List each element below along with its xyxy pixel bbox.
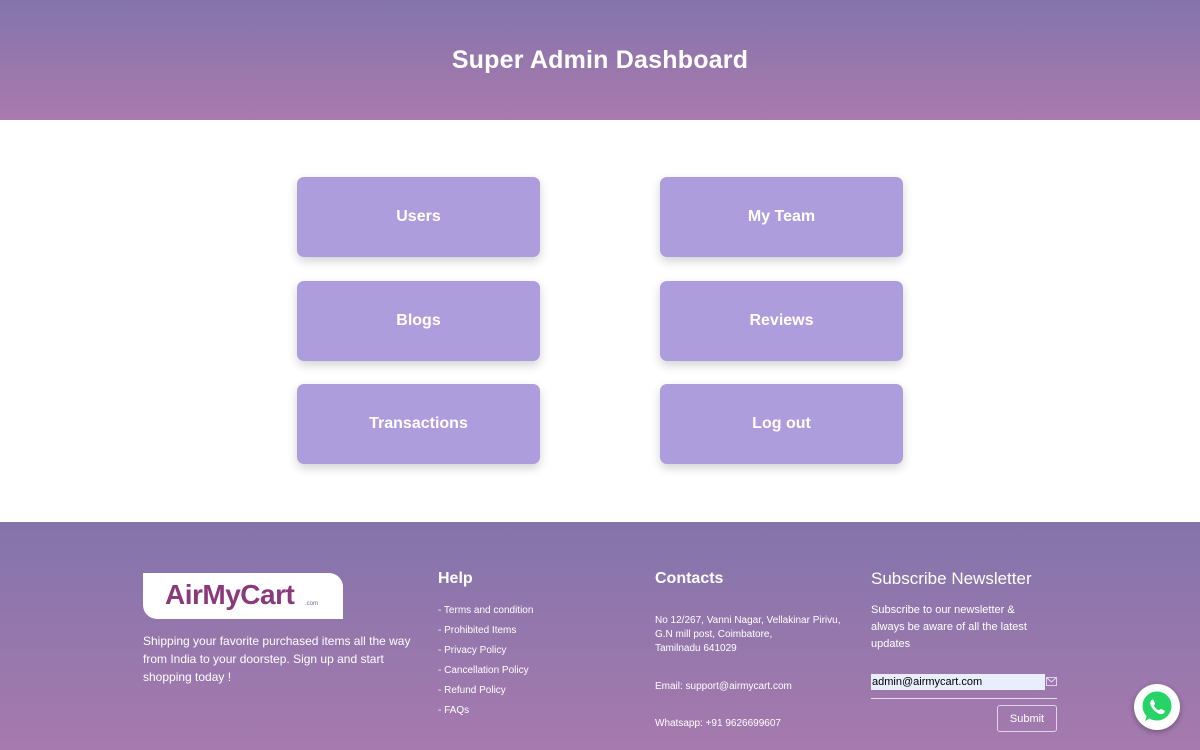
address-line: No 12/267, Vanni Nagar, Vellakinar Piriv… bbox=[655, 615, 841, 626]
help-link-item[interactable]: - FAQs bbox=[438, 704, 533, 724]
dashboard-grid: Users My Team Blogs Reviews Transactions… bbox=[0, 120, 1200, 522]
refund-policy-link[interactable]: - Refund Policy bbox=[438, 685, 506, 696]
address-line: G.N mill post, Coimbatore, bbox=[655, 629, 773, 640]
submit-button[interactable]: Submit bbox=[997, 705, 1057, 732]
page-header: Super Admin Dashboard bbox=[0, 0, 1200, 120]
contacts-heading: Contacts bbox=[655, 570, 724, 587]
page-title: Super Admin Dashboard bbox=[451, 45, 749, 74]
help-link-item[interactable]: - Terms and condition bbox=[438, 604, 533, 624]
prohibited-items-link[interactable]: - Prohibited Items bbox=[438, 625, 516, 636]
site-footer: AirMyCart .com Shipping your favorite pu… bbox=[0, 522, 1200, 750]
help-link-item[interactable]: - Privacy Policy bbox=[438, 644, 533, 664]
help-heading: Help bbox=[438, 570, 473, 587]
privacy-policy-link[interactable]: - Privacy Policy bbox=[438, 645, 506, 656]
users-button[interactable]: Users bbox=[297, 177, 540, 257]
contact-email[interactable]: Email: support@airmycart.com bbox=[655, 680, 792, 694]
contact-whatsapp[interactable]: Whatsapp: +91 9626699607 bbox=[655, 717, 781, 731]
address-line: Tamilnadu 641029 bbox=[655, 643, 737, 654]
mail-icon bbox=[1046, 677, 1057, 686]
reviews-button[interactable]: Reviews bbox=[660, 281, 903, 361]
whatsapp-icon bbox=[1140, 689, 1174, 723]
airmycart-logo[interactable]: AirMyCart .com bbox=[143, 573, 343, 619]
logout-button[interactable]: Log out bbox=[660, 384, 903, 464]
help-link-item[interactable]: - Prohibited Items bbox=[438, 624, 533, 644]
logo-text-main: AirMyCart bbox=[165, 579, 295, 610]
logo-text: AirMyCart bbox=[165, 579, 295, 611]
blogs-button[interactable]: Blogs bbox=[297, 281, 540, 361]
help-links: - Terms and condition - Prohibited Items… bbox=[438, 604, 533, 724]
cancellation-policy-link[interactable]: - Cancellation Policy bbox=[438, 665, 529, 676]
footer-tagline: Shipping your favorite purchased items a… bbox=[143, 634, 411, 684]
newsletter-email-input[interactable] bbox=[871, 674, 1045, 690]
my-team-button[interactable]: My Team bbox=[660, 177, 903, 257]
transactions-button[interactable]: Transactions bbox=[297, 384, 540, 464]
help-link-item[interactable]: - Cancellation Policy bbox=[438, 664, 533, 684]
whatsapp-chat-button[interactable] bbox=[1134, 684, 1180, 730]
faqs-link[interactable]: - FAQs bbox=[438, 705, 469, 716]
newsletter-heading: Subscribe Newsletter bbox=[871, 569, 1032, 588]
newsletter-email-field bbox=[871, 674, 1057, 699]
logo-suffix: .com bbox=[305, 601, 319, 607]
terms-link[interactable]: - Terms and condition bbox=[438, 605, 533, 616]
newsletter-description: Subscribe to our newsletter & always be … bbox=[871, 604, 1027, 650]
help-link-item[interactable]: - Refund Policy bbox=[438, 684, 533, 704]
